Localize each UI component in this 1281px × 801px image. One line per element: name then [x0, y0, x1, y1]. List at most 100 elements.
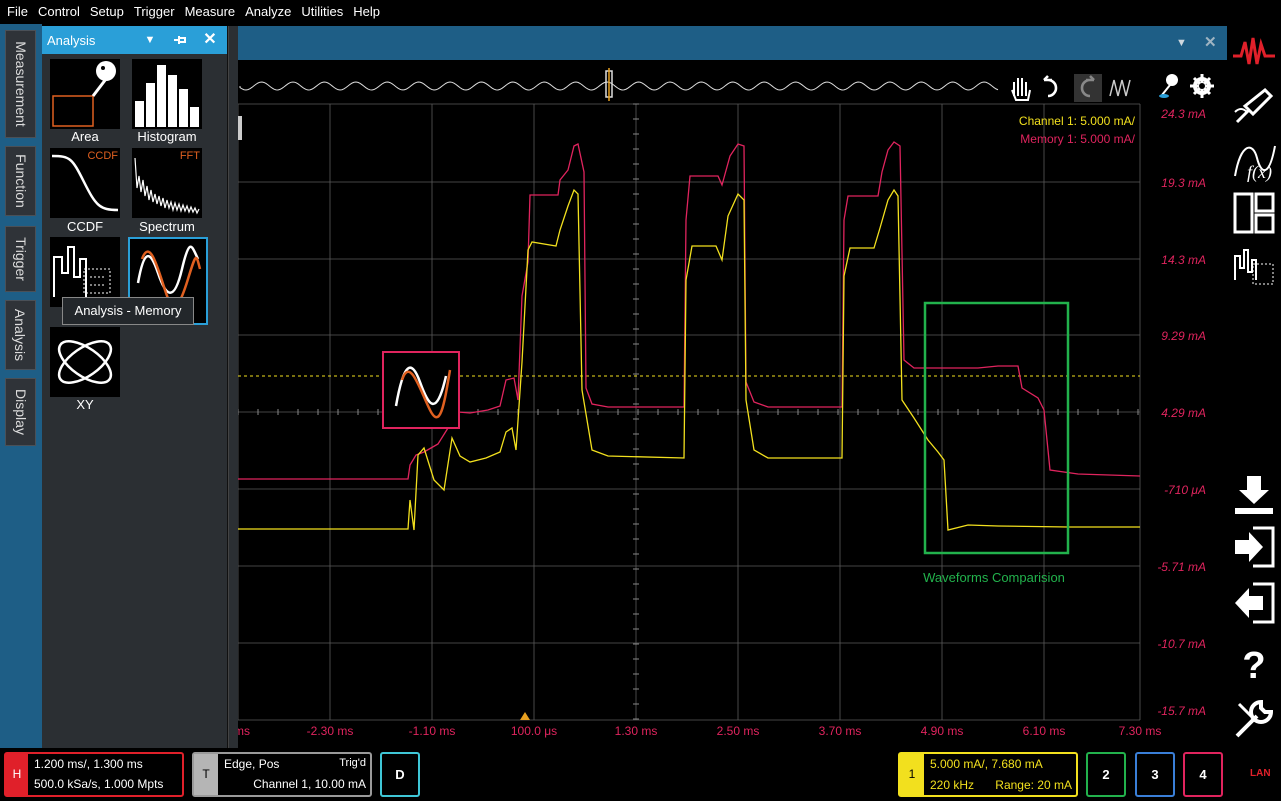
y-tick-label: 4.29 mA	[1161, 406, 1206, 420]
menu-file[interactable]: File	[2, 0, 33, 24]
status-bar: H 1.200 ms/, 1.300 ms 500.0 kSa/s, 1.000…	[0, 748, 1281, 801]
fft-tag: FFT	[179, 150, 200, 162]
ccdf-tag: CCDF	[87, 150, 118, 162]
svg-text:f(x): f(x)	[1247, 162, 1272, 183]
menu-utilities[interactable]: Utilities	[296, 0, 348, 24]
y-tick-label: 14.3 mA	[1161, 253, 1206, 267]
layout-icon[interactable]	[1231, 190, 1277, 236]
window-menu-arrow-icon[interactable]: ▼	[1176, 26, 1187, 60]
channel-3-button[interactable]: 3	[1135, 752, 1175, 797]
legend-memory-1: Memory 1: 5.000 mA/	[1020, 132, 1135, 146]
x-tick-label: 4.90 ms	[921, 724, 964, 738]
keysight-logo-icon	[1233, 37, 1275, 65]
area-tile[interactable]	[50, 59, 120, 129]
tools-wrench-icon[interactable]	[1231, 696, 1277, 742]
digital-channels-icon[interactable]	[1231, 244, 1277, 290]
waveform-display[interactable]: Waveforms Comparision Channel 1: 5.000 m…	[234, 60, 1227, 748]
trigger-source: Channel 1, 10.00 mA	[253, 777, 366, 791]
import-icon[interactable]	[1231, 524, 1277, 570]
redo-icon[interactable]	[1074, 74, 1102, 102]
pin-icon[interactable]	[170, 26, 190, 54]
comparison-box	[923, 301, 1070, 555]
trigger-position-marker	[520, 712, 530, 720]
waveform-window-header: ▼ ✕	[238, 26, 1227, 60]
x-tick-label: -1.10 ms	[409, 724, 456, 738]
tile-label-histogram: Histogram	[137, 129, 197, 144]
channel-1-scale: 5.000 mA/, 7.680 mA	[930, 757, 1043, 771]
menu-control[interactable]: Control	[33, 0, 85, 24]
x-axis-labels: ms -2.30 ms -1.10 ms 100.0 μs 1.30 ms 2.50 ms…	[234, 724, 1162, 738]
horizontal-settings[interactable]: H 1.200 ms/, 1.300 ms 500.0 kSa/s, 1.000…	[4, 752, 184, 797]
y-axis-labels: 24.3 mA 19.3 mA 14.3 mA 9.29 mA 4.29 mA -710 …	[1157, 107, 1206, 718]
channel-1-range: Range: 20 mA	[995, 778, 1072, 792]
xy-icon	[57, 340, 113, 384]
y-tick-label: -5.71 mA	[1157, 560, 1206, 574]
area-icon	[52, 61, 116, 127]
tab-function[interactable]: Function	[5, 146, 36, 216]
legend-channel-1: Channel 1: 5.000 mA/	[1019, 114, 1136, 128]
menu-setup[interactable]: Setup	[85, 0, 129, 24]
left-tab-strip: Measurement Function Trigger Analysis Di…	[0, 24, 42, 748]
y-tick-label: 19.3 mA	[1161, 176, 1206, 190]
trigger-type: Edge, Pos	[224, 757, 280, 771]
ccdf-tile[interactable]: CCDF	[50, 148, 120, 218]
svg-text:?: ?	[1242, 645, 1265, 686]
channel-1-settings[interactable]: 1 5.000 mA/, 7.680 mA 220 kHz Range: 20 …	[898, 752, 1078, 797]
digital-button[interactable]: D	[380, 752, 420, 797]
help-icon[interactable]: ?	[1231, 640, 1277, 686]
x-tick-label: 6.10 ms	[1023, 724, 1066, 738]
menu-measure[interactable]: Measure	[180, 0, 241, 24]
undo-icon[interactable]	[1043, 75, 1058, 98]
trigger-badge: T	[194, 754, 218, 795]
y-tick-label: 24.3 mA	[1160, 107, 1206, 121]
probe-icon[interactable]	[1231, 82, 1277, 128]
tab-measurement[interactable]: Measurement	[5, 30, 36, 138]
export-icon[interactable]	[1231, 580, 1277, 626]
close-icon[interactable]: ✕	[200, 26, 220, 54]
math-function-icon[interactable]: f(x)	[1231, 138, 1277, 184]
waveform-view-icon[interactable]	[1109, 79, 1131, 97]
x-tick-label: -2.30 ms	[307, 724, 354, 738]
tab-trigger[interactable]: Trigger	[5, 226, 36, 292]
spectrum-tile[interactable]: FFT	[132, 148, 202, 218]
histogram-icon	[135, 65, 199, 127]
trigger-settings[interactable]: T Edge, Pos Trig'd Channel 1, 10.00 mA	[192, 752, 372, 797]
channel-2-button[interactable]: 2	[1086, 752, 1126, 797]
channel-1-bandwidth: 220 kHz	[930, 778, 975, 792]
xy-tile[interactable]	[50, 327, 120, 397]
grid	[237, 103, 1141, 721]
y-tick-label: -710 μA	[1164, 483, 1206, 497]
settings-gear-icon[interactable]	[1190, 74, 1214, 98]
marker-icon[interactable]	[1159, 74, 1178, 98]
panel-scrollbar[interactable]	[228, 26, 238, 748]
trigger-state: Trig'd	[339, 757, 366, 769]
window-close-icon[interactable]: ✕	[1204, 26, 1217, 60]
tile-label-spectrum: Spectrum	[139, 219, 195, 234]
x-tick-label: 7.30 ms	[1119, 724, 1162, 738]
channel-1-badge: 1	[900, 754, 924, 795]
horizontal-sample-rate: 500.0 kSa/s, 1.000 Mpts	[34, 777, 164, 791]
save-download-icon[interactable]	[1231, 472, 1277, 518]
menu-analyze[interactable]: Analyze	[240, 0, 296, 24]
tooltip: Analysis - Memory	[62, 297, 194, 325]
dropdown-arrow-icon[interactable]: ▼	[140, 26, 160, 54]
menu-trigger[interactable]: Trigger	[129, 0, 180, 24]
histogram-tile[interactable]	[132, 59, 202, 129]
comparison-label: Waveforms Comparision	[923, 570, 1065, 585]
horizontal-badge: H	[6, 754, 28, 795]
tab-display[interactable]: Display	[5, 378, 36, 446]
memory-1-trace	[238, 141, 1141, 480]
tile-label-xy: XY	[76, 397, 94, 412]
channel-4-button[interactable]: 4	[1183, 752, 1223, 797]
menu-bar: File Control Setup Trigger Measure Analy…	[0, 0, 1281, 24]
waveform-graticule: Waveforms Comparision Channel 1: 5.000 m…	[234, 68, 1214, 738]
panel-header: Analysis ▼ ✕	[42, 26, 227, 54]
x-tick-label: 3.70 ms	[819, 724, 862, 738]
grid-edge-handle[interactable]	[238, 116, 242, 140]
tab-analysis[interactable]: Analysis	[5, 300, 36, 370]
pan-hand-icon[interactable]	[1011, 78, 1031, 101]
y-tick-label: 9.29 mA	[1161, 329, 1206, 343]
menu-help[interactable]: Help	[348, 0, 385, 24]
y-tick-label: -15.7 mA	[1157, 704, 1206, 718]
x-tick-label: ms	[238, 724, 250, 738]
